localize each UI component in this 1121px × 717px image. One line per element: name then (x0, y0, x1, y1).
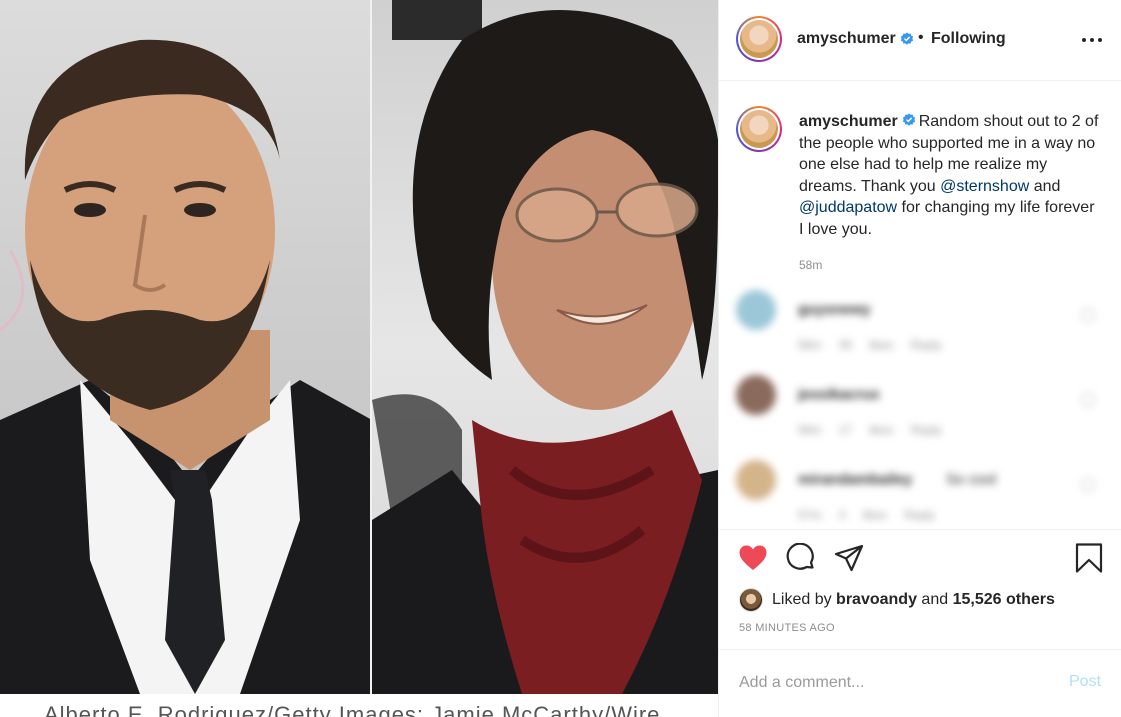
comment-like-icon[interactable] (1081, 308, 1095, 322)
photo-credit-text: Alberto E. Rodriguez/Getty Images; Jamie… (44, 702, 661, 717)
likes-prefix: Liked by (772, 591, 832, 608)
caption-body-2: and (1029, 177, 1061, 195)
liker-username[interactable]: bravoandy (836, 591, 917, 609)
comment-item: jessikacrux 56m 17 likes Reply (736, 375, 1116, 445)
comment-avatar[interactable] (736, 375, 776, 415)
comment-like-icon[interactable] (1081, 393, 1095, 407)
post-sidebar: amyschumer • Following amyschumer Random … (718, 0, 1121, 717)
caption-text: amyschumer Random shout out to 2 of the p… (799, 111, 1099, 240)
liker-avatar[interactable] (739, 588, 763, 612)
likes-and: and (921, 591, 949, 608)
photo-credit-strip: Alberto E. Rodriguez/Getty Images; Jamie… (0, 694, 718, 717)
likes-summary: Liked by bravoandy and 15,526 others (739, 588, 1055, 612)
photo-left-person (0, 0, 372, 694)
comment-username[interactable]: jessikacrux (798, 386, 880, 403)
caption-username[interactable]: amyschumer (799, 113, 898, 130)
post-caption: amyschumer Random shout out to 2 of the p… (719, 82, 1121, 282)
post-timestamp: 58 MINUTES AGO (739, 622, 835, 634)
comment-item: mirandambailey So cool 57m 3 likes Reply (736, 460, 1116, 530)
heart-liked-icon[interactable] (738, 543, 768, 573)
comment-meta: 57m 3 likes Reply (798, 508, 935, 522)
comment-composer: Post (719, 651, 1121, 717)
following-button[interactable]: Following (931, 30, 1006, 48)
comment-like-icon[interactable] (1081, 478, 1095, 492)
post-photo[interactable] (0, 0, 718, 694)
post-header: amyschumer • Following (719, 0, 1121, 81)
post-actions: Liked by bravoandy and 15,526 others 58 … (719, 529, 1121, 650)
verified-badge-icon (900, 32, 914, 45)
more-options-icon[interactable] (1081, 30, 1103, 48)
post-comment-button[interactable]: Post (1069, 673, 1101, 691)
bookmark-icon[interactable] (1074, 543, 1104, 573)
comment-meta: 56m 35 likes Reply (798, 338, 942, 352)
header-separator: • (918, 29, 924, 46)
comment-avatar[interactable] (736, 460, 776, 500)
photo-right-person (372, 0, 718, 694)
likes-count-link[interactable]: 15,526 others (953, 591, 1055, 609)
comment-username[interactable]: guysnewy (798, 301, 871, 318)
comment-username[interactable]: mirandambailey (798, 471, 912, 488)
author-avatar[interactable] (736, 16, 782, 62)
comment-meta: 56m 17 likes Reply (798, 423, 942, 437)
share-icon[interactable] (834, 543, 864, 573)
comment-body: So cool (946, 471, 997, 488)
caption-author-avatar[interactable] (736, 106, 782, 152)
comment-item: guysnewy 56m 35 likes Reply (736, 290, 1116, 360)
comment-input[interactable] (739, 671, 1039, 695)
comment-icon[interactable] (786, 543, 816, 573)
caption-verified-badge-icon (902, 113, 915, 126)
mention-juddapatow-link[interactable]: @juddapatow (799, 199, 897, 216)
author-username[interactable]: amyschumer (797, 30, 896, 48)
comment-avatar[interactable] (736, 290, 776, 330)
mention-sternshow-link[interactable]: @sternshow (940, 178, 1029, 195)
caption-age: 58m (799, 258, 823, 272)
comment-list: guysnewy 56m 35 likes Reply jessikacrux … (719, 290, 1121, 530)
